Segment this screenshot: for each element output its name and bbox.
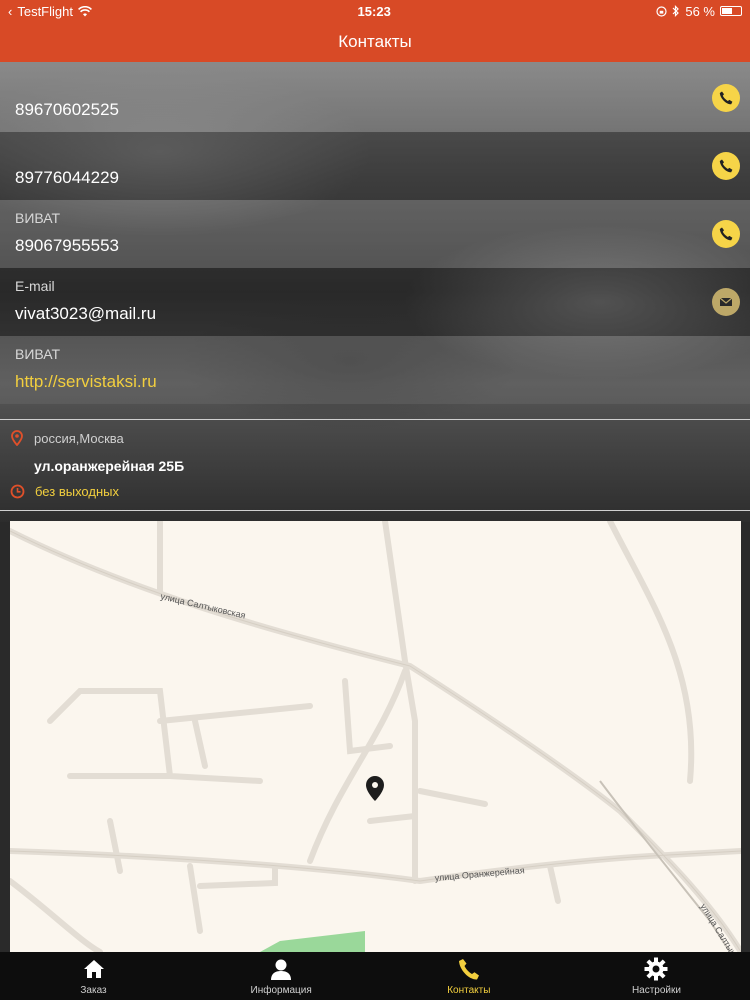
divider — [0, 510, 750, 511]
contact-row-email[interactable]: E-mail vivat3023@mail.ru — [0, 268, 750, 336]
status-time: 15:23 — [357, 3, 391, 19]
working-hours: без выходных — [35, 484, 119, 499]
phone-icon — [719, 159, 733, 173]
tab-bar: Заказ Информация Контакты Настройки — [0, 952, 750, 1000]
contact-phone[interactable]: 89067955553 — [15, 236, 119, 256]
tab-info[interactable]: Информация — [188, 952, 375, 1000]
location-pin-icon — [11, 430, 23, 446]
battery-percent: 56 % — [685, 3, 715, 19]
call-button[interactable] — [712, 152, 740, 180]
contact-label: ВИВАТ — [15, 346, 61, 362]
map-marker-icon[interactable] — [366, 776, 384, 801]
tab-label: Заказ — [80, 985, 107, 996]
map-view[interactable]: улица Салтыковская улица Оранжерейная ул… — [10, 521, 741, 952]
tab-order[interactable]: Заказ — [0, 952, 187, 1000]
clock-icon — [10, 484, 25, 499]
battery-icon — [720, 6, 742, 16]
contact-row-phone-1[interactable]: 89670602525 — [0, 64, 750, 132]
contact-email[interactable]: vivat3023@mail.ru — [15, 304, 156, 324]
nav-bar: Контакты — [0, 22, 750, 62]
contact-row-phone-2[interactable]: 89776044229 — [0, 132, 750, 200]
tab-label: Настройки — [631, 985, 681, 996]
call-button[interactable] — [712, 220, 740, 248]
address-city-line: россия,Москва — [10, 430, 124, 446]
address-city: россия,Москва — [34, 430, 124, 446]
tab-settings[interactable]: Настройки — [563, 952, 750, 1000]
back-app-label[interactable]: TestFlight — [17, 4, 73, 19]
mail-icon — [719, 297, 733, 306]
rotation-lock-icon — [656, 5, 667, 17]
contact-phone[interactable]: 89670602525 — [15, 100, 119, 120]
phone-icon — [458, 959, 479, 980]
map-roads: улица Салтыковская улица Оранжерейная ул… — [10, 521, 741, 952]
contact-label: ВИВАТ — [15, 210, 61, 226]
street-label: улица Салтыковская — [160, 591, 247, 620]
tab-label: Информация — [250, 985, 312, 996]
phone-icon — [719, 91, 733, 105]
address-block: россия,Москва ул.оранжерейная 25Б без вы… — [0, 420, 750, 510]
email-button[interactable] — [712, 288, 740, 316]
contact-phone[interactable]: 89776044229 — [15, 168, 119, 188]
contact-row-website[interactable]: ВИВАТ http://servistaksi.ru — [0, 336, 750, 404]
address-hours-line: без выходных — [10, 484, 119, 499]
contact-row-phone-3[interactable]: ВИВАТ 89067955553 — [0, 200, 750, 268]
tab-label: Контакты — [447, 985, 491, 996]
phone-icon — [719, 227, 733, 241]
home-icon — [83, 960, 104, 978]
gear-icon — [644, 957, 668, 981]
address-street: ул.оранжерейная 25Б — [34, 458, 185, 474]
back-arrow-icon[interactable]: ‹ — [8, 4, 12, 19]
status-bar: ‹ TestFlight 15:23 56 % — [0, 0, 750, 22]
website-link[interactable]: http://servistaksi.ru — [15, 372, 157, 392]
call-button[interactable] — [712, 84, 740, 112]
tab-contacts[interactable]: Контакты — [375, 952, 562, 1000]
street-label: улица Оранжерейная — [434, 865, 525, 883]
street-label: улица Салтыковская — [698, 902, 741, 952]
person-icon — [271, 959, 292, 980]
contact-label: E-mail — [15, 278, 55, 294]
wifi-icon — [78, 5, 92, 16]
bluetooth-icon — [672, 5, 680, 17]
address-street-line: ул.оранжерейная 25Б — [34, 458, 184, 474]
page-title: Контакты — [338, 32, 412, 51]
